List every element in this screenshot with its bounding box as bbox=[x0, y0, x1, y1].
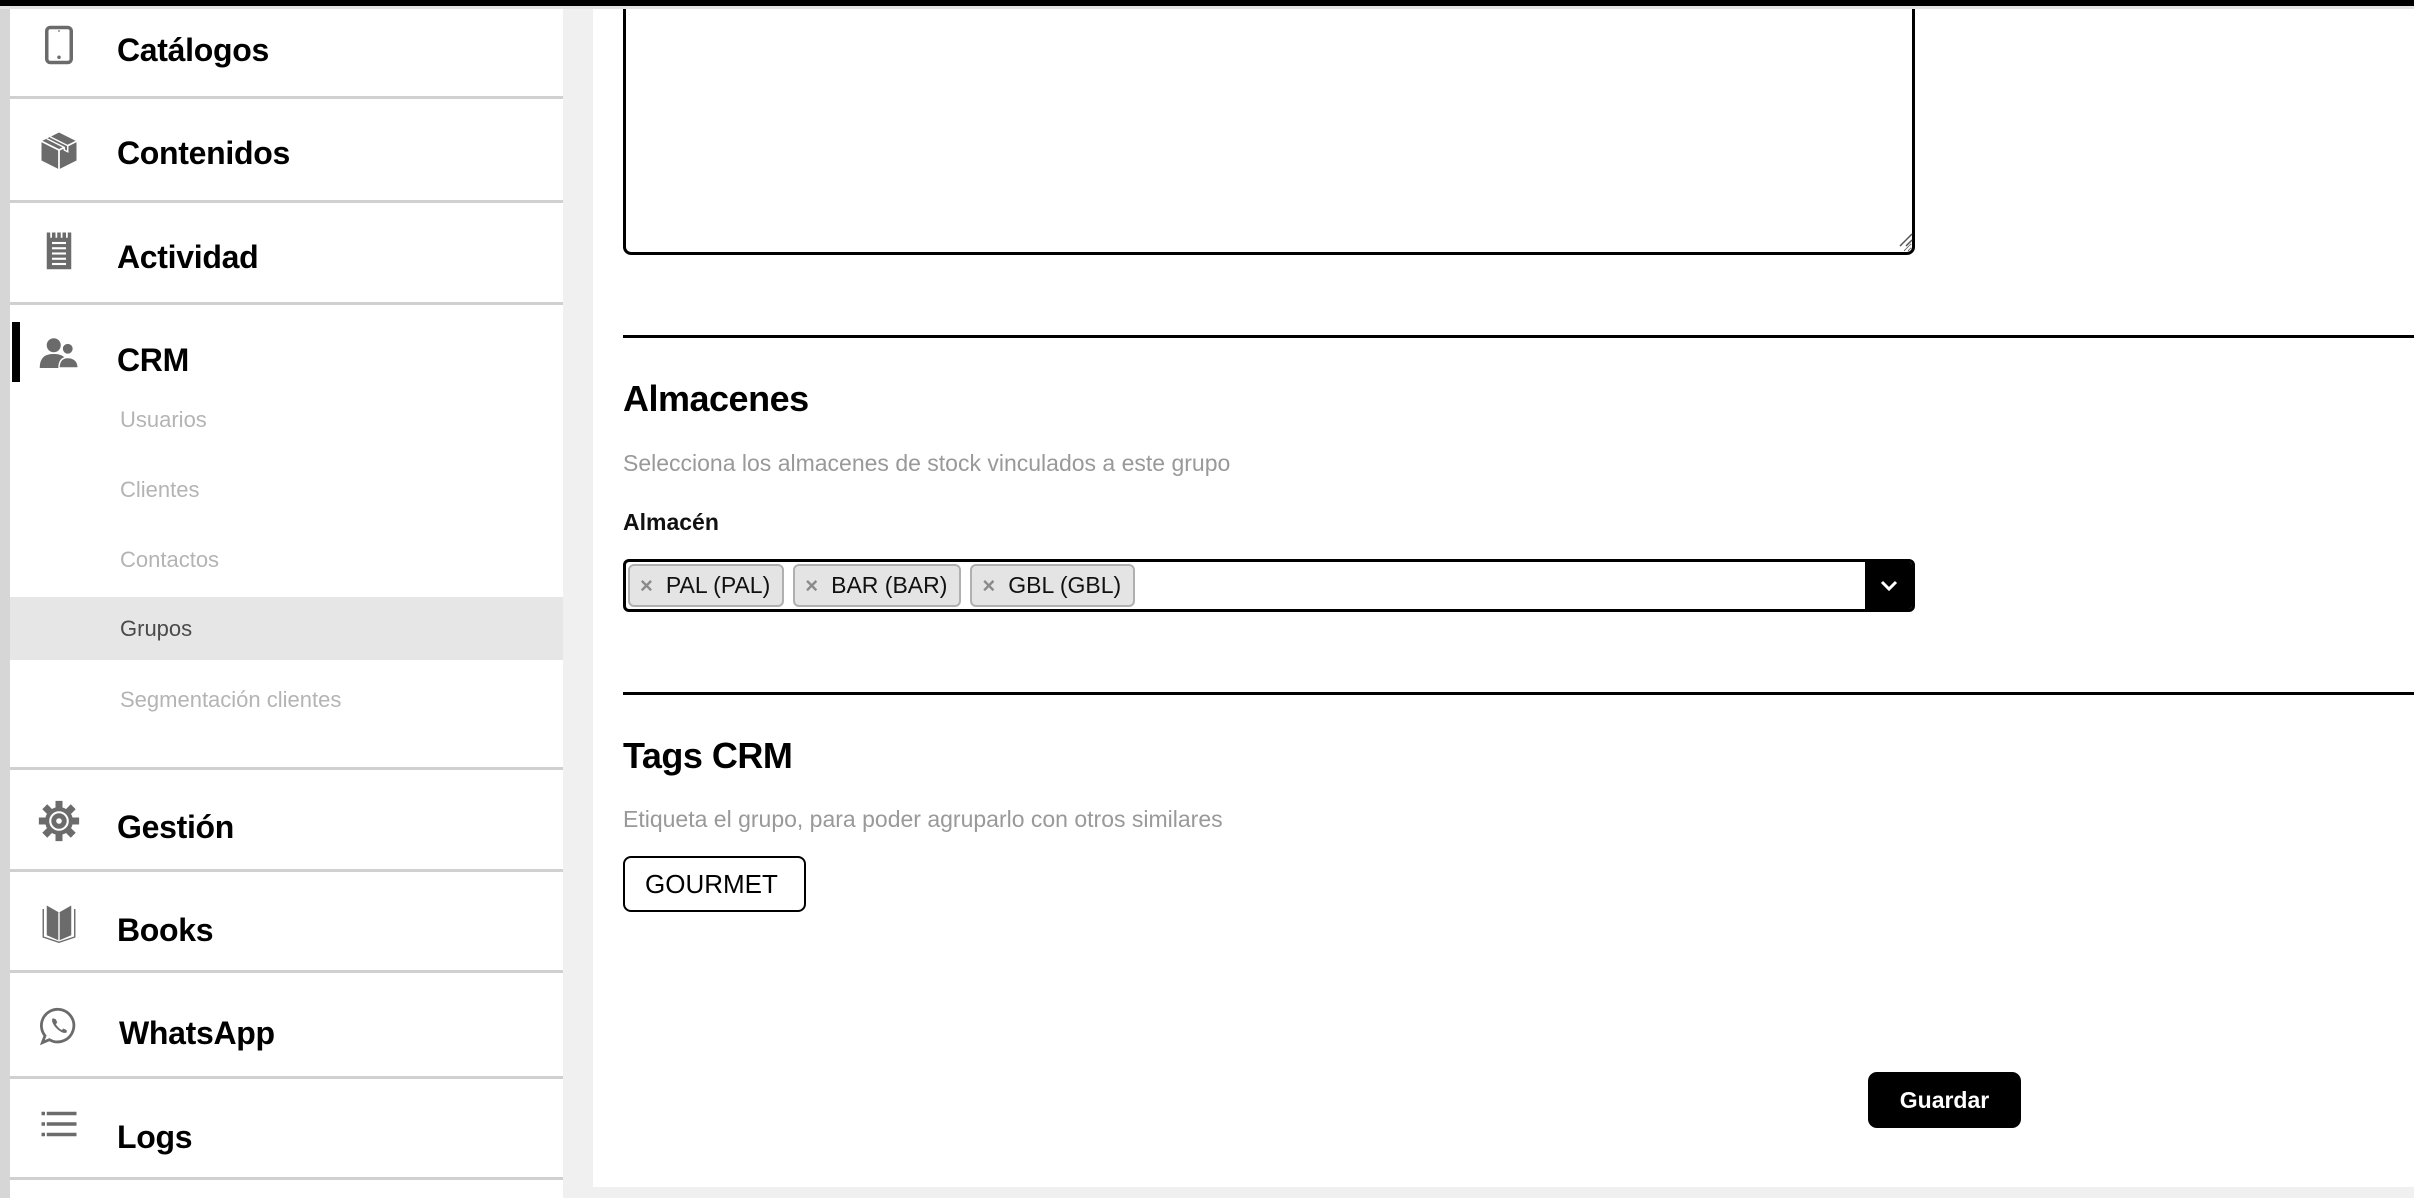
selected-chip: × PAL (PAL) bbox=[628, 564, 785, 607]
save-button[interactable]: Guardar bbox=[1868, 1072, 2021, 1128]
sidebar-divider bbox=[10, 1177, 563, 1180]
tag-item[interactable]: GOURMET bbox=[623, 856, 806, 912]
almacen-label: Almacén bbox=[623, 509, 719, 535]
sidebar-item-label: Catálogos bbox=[117, 32, 269, 68]
main-content: Almacenes Selecciona los almacenes de st… bbox=[593, 0, 2414, 1187]
top-bar bbox=[0, 0, 2414, 6]
almacen-multiselect[interactable]: × PAL (PAL) × BAR (BAR) × GBL (GBL) bbox=[623, 559, 1915, 612]
remove-chip-icon[interactable]: × bbox=[640, 573, 653, 599]
sidebar-subitem-label: Clientes bbox=[120, 476, 200, 502]
almacenes-description: Selecciona los almacenes de stock vincul… bbox=[623, 450, 1231, 476]
section-divider bbox=[623, 692, 2414, 695]
users-icon bbox=[38, 333, 80, 375]
sidebar-subitem-segmentacion-clientes[interactable]: Segmentación clientes bbox=[10, 668, 563, 731]
sidebar-subitem-label: Segmentación clientes bbox=[120, 686, 342, 712]
sidebar-item-label: CRM bbox=[117, 342, 189, 378]
sidebar-item-label: Gestión bbox=[117, 809, 235, 845]
sidebar-item-label: Actividad bbox=[117, 239, 259, 275]
sidebar-item-gestion[interactable]: Gestión bbox=[10, 770, 563, 870]
sidebar-subitem-label: Usuarios bbox=[120, 406, 207, 432]
sidebar-subitem-clientes[interactable]: Clientes bbox=[10, 458, 563, 521]
whatsapp-icon bbox=[38, 1005, 80, 1047]
remove-chip-icon[interactable]: × bbox=[982, 573, 995, 599]
notepad-icon bbox=[38, 229, 80, 271]
sidebar-item-whatsapp[interactable]: WhatsApp bbox=[10, 973, 563, 1076]
sidebar-item-label: Books bbox=[117, 912, 214, 948]
sidebar-item-label: Contenidos bbox=[117, 135, 290, 171]
almacenes-title: Almacenes bbox=[623, 378, 809, 419]
remove-chip-icon[interactable]: × bbox=[805, 573, 818, 599]
list-icon bbox=[38, 1103, 80, 1145]
gear-icon bbox=[38, 800, 80, 842]
section-divider bbox=[623, 335, 2414, 338]
tablet-icon bbox=[38, 24, 80, 66]
sidebar-item-logs[interactable]: Logs bbox=[10, 1079, 563, 1179]
sidebar-subitem-label: Grupos bbox=[120, 615, 193, 641]
sidebar: Catálogos Contenidos Actividad CRM Usuar… bbox=[10, 6, 563, 1198]
box-icon bbox=[38, 129, 80, 171]
sidebar-item-contenidos[interactable]: Contenidos bbox=[10, 99, 563, 200]
sidebar-item-catalogos[interactable]: Catálogos bbox=[10, 6, 563, 97]
chip-label: PAL (PAL) bbox=[665, 572, 771, 598]
tags-crm-description: Etiqueta el grupo, para poder agruparlo … bbox=[623, 806, 1223, 832]
sidebar-subitem-label: Contactos bbox=[120, 546, 220, 572]
top-bar-shadow bbox=[0, 6, 2414, 9]
sidebar-item-label: WhatsApp bbox=[119, 1015, 275, 1051]
window-edge bbox=[0, 6, 10, 1198]
description-textarea[interactable] bbox=[623, 0, 1915, 255]
sidebar-subitem-usuarios[interactable]: Usuarios bbox=[10, 388, 563, 451]
sidebar-subitem-grupos[interactable]: Grupos bbox=[10, 597, 563, 660]
tag-label: GOURMET bbox=[645, 868, 778, 899]
selected-chip: × GBL (GBL) bbox=[970, 564, 1136, 607]
book-icon bbox=[38, 902, 80, 944]
chevron-down-icon bbox=[1880, 580, 1897, 591]
selected-chip: × BAR (BAR) bbox=[793, 564, 962, 607]
chip-label: GBL (GBL) bbox=[1008, 572, 1122, 598]
sidebar-subitem-contactos[interactable]: Contactos bbox=[10, 528, 563, 591]
sidebar-item-actividad[interactable]: Actividad bbox=[10, 203, 563, 303]
chip-label: BAR (BAR) bbox=[831, 572, 948, 598]
sidebar-item-books[interactable]: Books bbox=[10, 872, 563, 972]
dropdown-toggle[interactable] bbox=[1865, 562, 1912, 609]
sidebar-item-label: Logs bbox=[117, 1119, 193, 1155]
tags-crm-title: Tags CRM bbox=[623, 735, 793, 776]
